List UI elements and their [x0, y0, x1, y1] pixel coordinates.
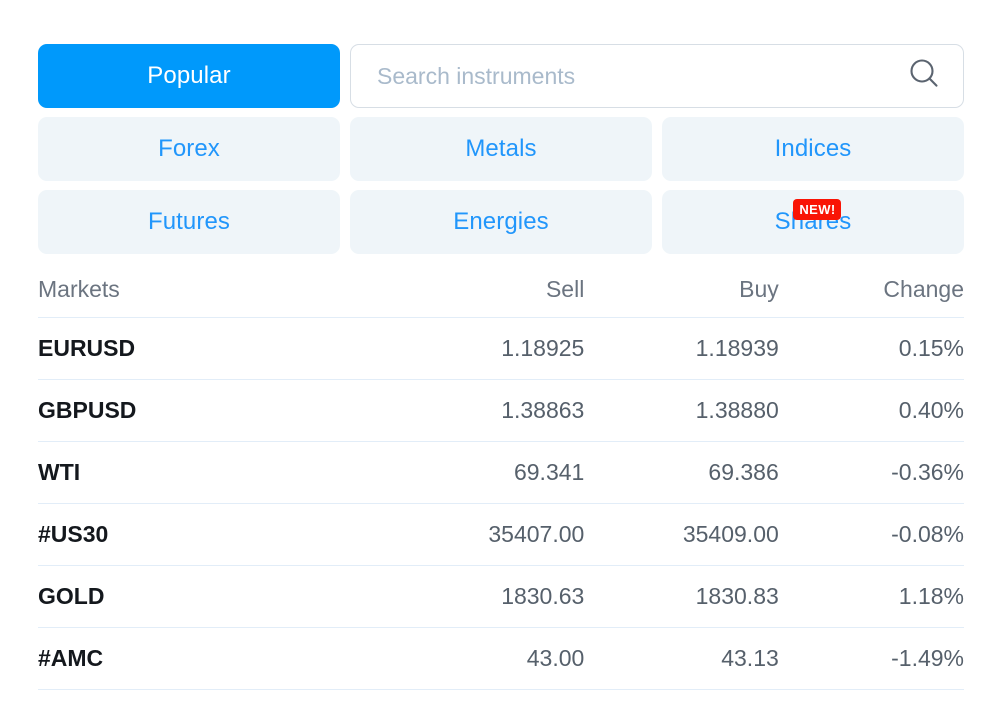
new-badge: NEW!: [793, 198, 841, 220]
table-header-row: Markets Sell Buy Change: [38, 263, 964, 318]
row-market-symbol: #AMC: [38, 627, 381, 690]
column-header-change[interactable]: Change: [778, 263, 964, 318]
row-buy-price: 1.18939: [584, 317, 779, 380]
row-sell-price: 35407.00: [380, 503, 585, 566]
row-market-symbol: WTI: [38, 441, 381, 504]
row-sell-price: 69.341: [380, 441, 585, 504]
row-buy-price: 1830.83: [584, 565, 779, 628]
search-icon[interactable]: [907, 57, 941, 96]
row-sell-price: 1.18925: [380, 317, 585, 380]
tab-popular[interactable]: Popular: [38, 44, 340, 108]
table-row[interactable]: WTI 69.341 69.386 -0.36%: [38, 441, 964, 504]
row-change-value: -0.08%: [778, 503, 964, 566]
column-header-markets[interactable]: Markets: [38, 263, 381, 318]
table-row[interactable]: #US30 35407.00 35409.00 -0.08%: [38, 503, 964, 566]
search-instruments-box[interactable]: [350, 44, 964, 108]
table-row[interactable]: GBPUSD 1.38863 1.38880 0.40%: [38, 379, 964, 442]
table-row[interactable]: GOLD 1830.63 1830.83 1.18%: [38, 565, 964, 628]
table-row[interactable]: EURUSD 1.18925 1.18939 0.15%: [38, 317, 964, 380]
row-sell-price: 43.00: [380, 627, 585, 690]
tab-energies-label: Energies: [453, 208, 549, 235]
row-change-value: -0.36%: [778, 441, 964, 504]
column-header-buy[interactable]: Buy: [584, 263, 779, 318]
quotes-table-header: Markets Sell Buy Change: [38, 263, 964, 318]
row-change-value: 1.18%: [778, 565, 964, 628]
row-market-symbol: GBPUSD: [38, 379, 381, 442]
search-input[interactable]: [377, 45, 897, 107]
tab-futures-label: Futures: [147, 208, 231, 235]
tab-forex[interactable]: Forex: [38, 117, 340, 181]
tab-popular-label: Popular: [147, 62, 231, 89]
quotes-table-body: EURUSD 1.18925 1.18939 0.15% GBPUSD 1.38…: [38, 317, 964, 690]
row-change-value: 0.40%: [778, 379, 964, 442]
row-buy-price: 1.38880: [584, 379, 779, 442]
tab-shares[interactable]: Shares NEW!: [662, 190, 964, 254]
row-market-symbol: GOLD: [38, 565, 381, 628]
row-market-symbol: #US30: [38, 503, 381, 566]
quotes-table: Markets Sell Buy Change EURUSD 1.18925 1…: [38, 263, 964, 690]
tab-futures[interactable]: Futures: [38, 190, 340, 254]
tab-indices-label: Indices: [774, 135, 852, 162]
column-header-sell[interactable]: Sell: [380, 263, 585, 318]
tab-indices[interactable]: Indices: [662, 117, 964, 181]
row-market-symbol: EURUSD: [38, 317, 381, 380]
market-watch-panel: Popular Forex Metals Indices Futures Ene…: [0, 0, 1000, 712]
row-change-value: -1.49%: [778, 627, 964, 690]
row-buy-price: 69.386: [584, 441, 779, 504]
table-row[interactable]: #AMC 43.00 43.13 -1.49%: [38, 627, 964, 690]
tab-forex-label: Forex: [158, 135, 220, 162]
row-sell-price: 1.38863: [380, 379, 585, 442]
tab-energies[interactable]: Energies: [350, 190, 652, 254]
tab-metals[interactable]: Metals: [350, 117, 652, 181]
instrument-category-tabs: Popular Forex Metals Indices Futures Ene…: [38, 44, 964, 254]
tab-metals-label: Metals: [465, 135, 537, 162]
row-change-value: 0.15%: [778, 317, 964, 380]
row-buy-price: 43.13: [584, 627, 779, 690]
row-sell-price: 1830.63: [380, 565, 585, 628]
row-buy-price: 35409.00: [584, 503, 779, 566]
